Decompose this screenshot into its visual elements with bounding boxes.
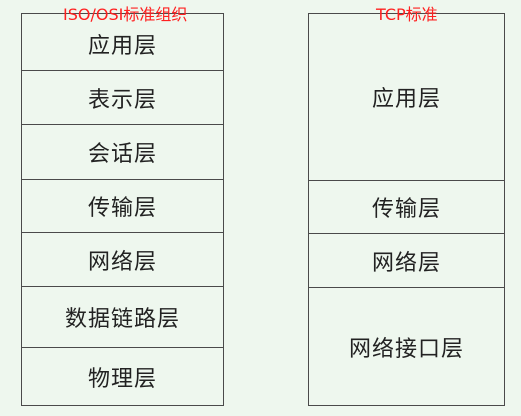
osi-model-stack: 应用层 表示层 会话层 传输层 网络层 数据链路层 物理层 xyxy=(21,13,224,406)
tcp-layer-network: 网络层 xyxy=(309,234,504,288)
osi-layer-physical: 物理层 xyxy=(87,366,157,392)
osi-column-title: ISO/OSI标准组织 xyxy=(63,5,188,24)
tcp-layer-application: 应用层 xyxy=(309,14,504,181)
osi-layer-data-link: 数据链路层 xyxy=(22,287,223,348)
tcp-column-title: TCP标准 xyxy=(376,5,438,24)
tcp-layer-network-interface: 网络接口层 xyxy=(348,336,464,362)
tcp-model-stack: 应用层 传输层 网络层 网络接口层 xyxy=(308,13,505,406)
osi-layer-network: 网络层 xyxy=(22,233,223,287)
osi-layer-transport: 传输层 xyxy=(22,180,223,233)
osi-layer-presentation: 表示层 xyxy=(22,71,223,125)
osi-layer-session: 会话层 xyxy=(22,125,223,180)
tcp-layer-transport: 传输层 xyxy=(309,181,504,234)
